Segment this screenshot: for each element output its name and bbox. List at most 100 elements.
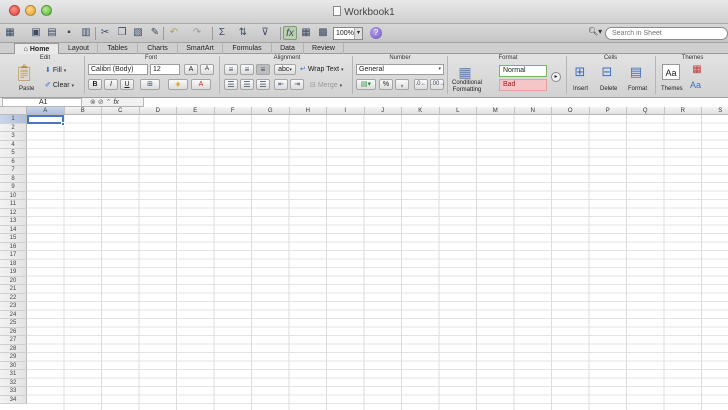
- tab-formulas[interactable]: Formulas: [223, 43, 272, 54]
- sort-icon[interactable]: ⇅: [236, 26, 250, 40]
- row-header[interactable]: 30: [0, 361, 27, 370]
- insert-button[interactable]: Insert: [573, 84, 588, 95]
- row-header[interactable]: 1: [0, 115, 27, 124]
- tab-smartart[interactable]: SmartArt: [178, 43, 223, 54]
- grow-font-button[interactable]: A: [184, 64, 198, 75]
- cancel-formula-icon[interactable]: ⊗: [90, 99, 96, 106]
- row-header[interactable]: 22: [0, 293, 27, 302]
- insert-function-label[interactable]: fx: [113, 99, 118, 106]
- themes-button[interactable]: Themes: [661, 84, 683, 95]
- open-folder-icon[interactable]: ▤: [45, 26, 59, 40]
- row-header[interactable]: 33: [0, 387, 27, 396]
- column-header[interactable]: G: [252, 107, 290, 115]
- column-header[interactable]: R: [664, 107, 702, 115]
- percent-button[interactable]: %: [379, 79, 393, 90]
- fill-button[interactable]: ⬇ Fill ▾: [45, 65, 66, 77]
- search-input[interactable]: [605, 27, 728, 40]
- conditional-formatting-button[interactable]: Conditional Formatting: [450, 80, 484, 94]
- cell-area[interactable]: [27, 115, 728, 410]
- redo-icon[interactable]: ↷: [190, 26, 204, 40]
- italic-button[interactable]: I: [104, 79, 118, 90]
- format-painter-icon[interactable]: ✎: [148, 26, 162, 40]
- paste-icon[interactable]: ▧: [131, 26, 145, 40]
- clear-button[interactable]: ✐ Clear ▾: [45, 80, 74, 92]
- decrease-indent-icon[interactable]: ⇤: [274, 79, 288, 90]
- row-header[interactable]: 17: [0, 251, 27, 260]
- align-middle-icon[interactable]: ≡: [240, 64, 254, 75]
- row-header[interactable]: 34: [0, 395, 27, 404]
- text-orientation-button[interactable]: abc▾: [274, 64, 296, 75]
- row-header[interactable]: 13: [0, 217, 27, 226]
- column-header[interactable]: P: [589, 107, 627, 115]
- column-header[interactable]: N: [514, 107, 552, 115]
- toolbox-icon[interactable]: ▩: [316, 26, 330, 40]
- align-bottom-icon[interactable]: ≡: [256, 64, 270, 75]
- row-header[interactable]: 4: [0, 140, 27, 149]
- save-icon[interactable]: ▪: [62, 26, 76, 40]
- align-left-icon[interactable]: ☰: [224, 79, 238, 90]
- font-size-select[interactable]: 12: [150, 64, 180, 75]
- new-from-template-icon[interactable]: ▦: [3, 26, 17, 40]
- row-header[interactable]: 18: [0, 259, 27, 268]
- formula-input[interactable]: [143, 98, 728, 107]
- row-header[interactable]: 9: [0, 183, 27, 192]
- format-cells-icon[interactable]: ▤: [627, 64, 645, 80]
- new-workbook-icon[interactable]: ▣: [29, 26, 43, 40]
- row-header[interactable]: 31: [0, 370, 27, 379]
- row-header[interactable]: 21: [0, 285, 27, 294]
- tab-tables[interactable]: Tables: [98, 43, 138, 54]
- copy-icon[interactable]: ❐: [115, 26, 129, 40]
- tab-review[interactable]: Review: [304, 43, 344, 54]
- row-header[interactable]: 24: [0, 310, 27, 319]
- autosum-icon[interactable]: Σ: [215, 26, 229, 40]
- column-header[interactable]: L: [439, 107, 477, 115]
- align-right-icon[interactable]: ☰: [256, 79, 270, 90]
- tab-data[interactable]: Data: [272, 43, 304, 54]
- align-center-icon[interactable]: ☰: [240, 79, 254, 90]
- column-header[interactable]: A: [27, 107, 65, 115]
- row-header[interactable]: 27: [0, 336, 27, 345]
- filter-icon[interactable]: ⊽: [258, 26, 272, 40]
- tab-charts[interactable]: Charts: [138, 43, 178, 54]
- number-format-select[interactable]: General ▾: [356, 64, 444, 75]
- column-header[interactable]: I: [327, 107, 365, 115]
- row-header[interactable]: 26: [0, 327, 27, 336]
- themes-icon[interactable]: Aa: [662, 64, 680, 80]
- cell-style-normal[interactable]: Normal: [499, 65, 547, 77]
- wrap-text-button[interactable]: ↵ Wrap Text ▾: [300, 64, 344, 76]
- undo-icon[interactable]: ↶: [167, 26, 181, 40]
- borders-icon[interactable]: ⊞: [140, 79, 160, 90]
- tab-layout[interactable]: Layout: [60, 43, 98, 54]
- row-header[interactable]: 10: [0, 191, 27, 200]
- row-header[interactable]: 25: [0, 319, 27, 328]
- select-all-corner[interactable]: [0, 107, 27, 115]
- insert-cells-icon[interactable]: ⊞: [571, 64, 589, 80]
- column-header[interactable]: D: [139, 107, 177, 115]
- row-header[interactable]: 23: [0, 302, 27, 311]
- column-header[interactable]: C: [102, 107, 140, 115]
- row-header[interactable]: 32: [0, 378, 27, 387]
- column-header[interactable]: B: [64, 107, 102, 115]
- delete-button[interactable]: Delete: [600, 84, 617, 95]
- bold-button[interactable]: B: [88, 79, 102, 90]
- row-header[interactable]: 16: [0, 242, 27, 251]
- underline-button[interactable]: U: [120, 79, 134, 90]
- column-header[interactable]: K: [402, 107, 440, 115]
- active-cell-a1[interactable]: [27, 115, 64, 124]
- fill-handle[interactable]: [61, 122, 65, 126]
- name-box[interactable]: A1: [2, 98, 82, 107]
- row-header[interactable]: 8: [0, 174, 27, 183]
- merge-button[interactable]: ⊟ Merge ▾: [310, 80, 342, 92]
- theme-colors-icon[interactable]: ▦: [690, 64, 704, 76]
- comma-button[interactable]: ,: [395, 79, 409, 90]
- search-icon[interactable]: 🔍︎▾: [588, 27, 604, 40]
- zoom-dropdown-arrow[interactable]: ▾: [354, 28, 362, 39]
- row-header[interactable]: 14: [0, 225, 27, 234]
- column-header[interactable]: H: [289, 107, 327, 115]
- column-header[interactable]: M: [477, 107, 515, 115]
- font-color-icon[interactable]: A: [191, 79, 211, 90]
- next-styles-icon[interactable]: ▸: [551, 72, 561, 82]
- column-header[interactable]: Q: [627, 107, 665, 115]
- row-header[interactable]: 28: [0, 344, 27, 353]
- increase-indent-icon[interactable]: ⇥: [290, 79, 304, 90]
